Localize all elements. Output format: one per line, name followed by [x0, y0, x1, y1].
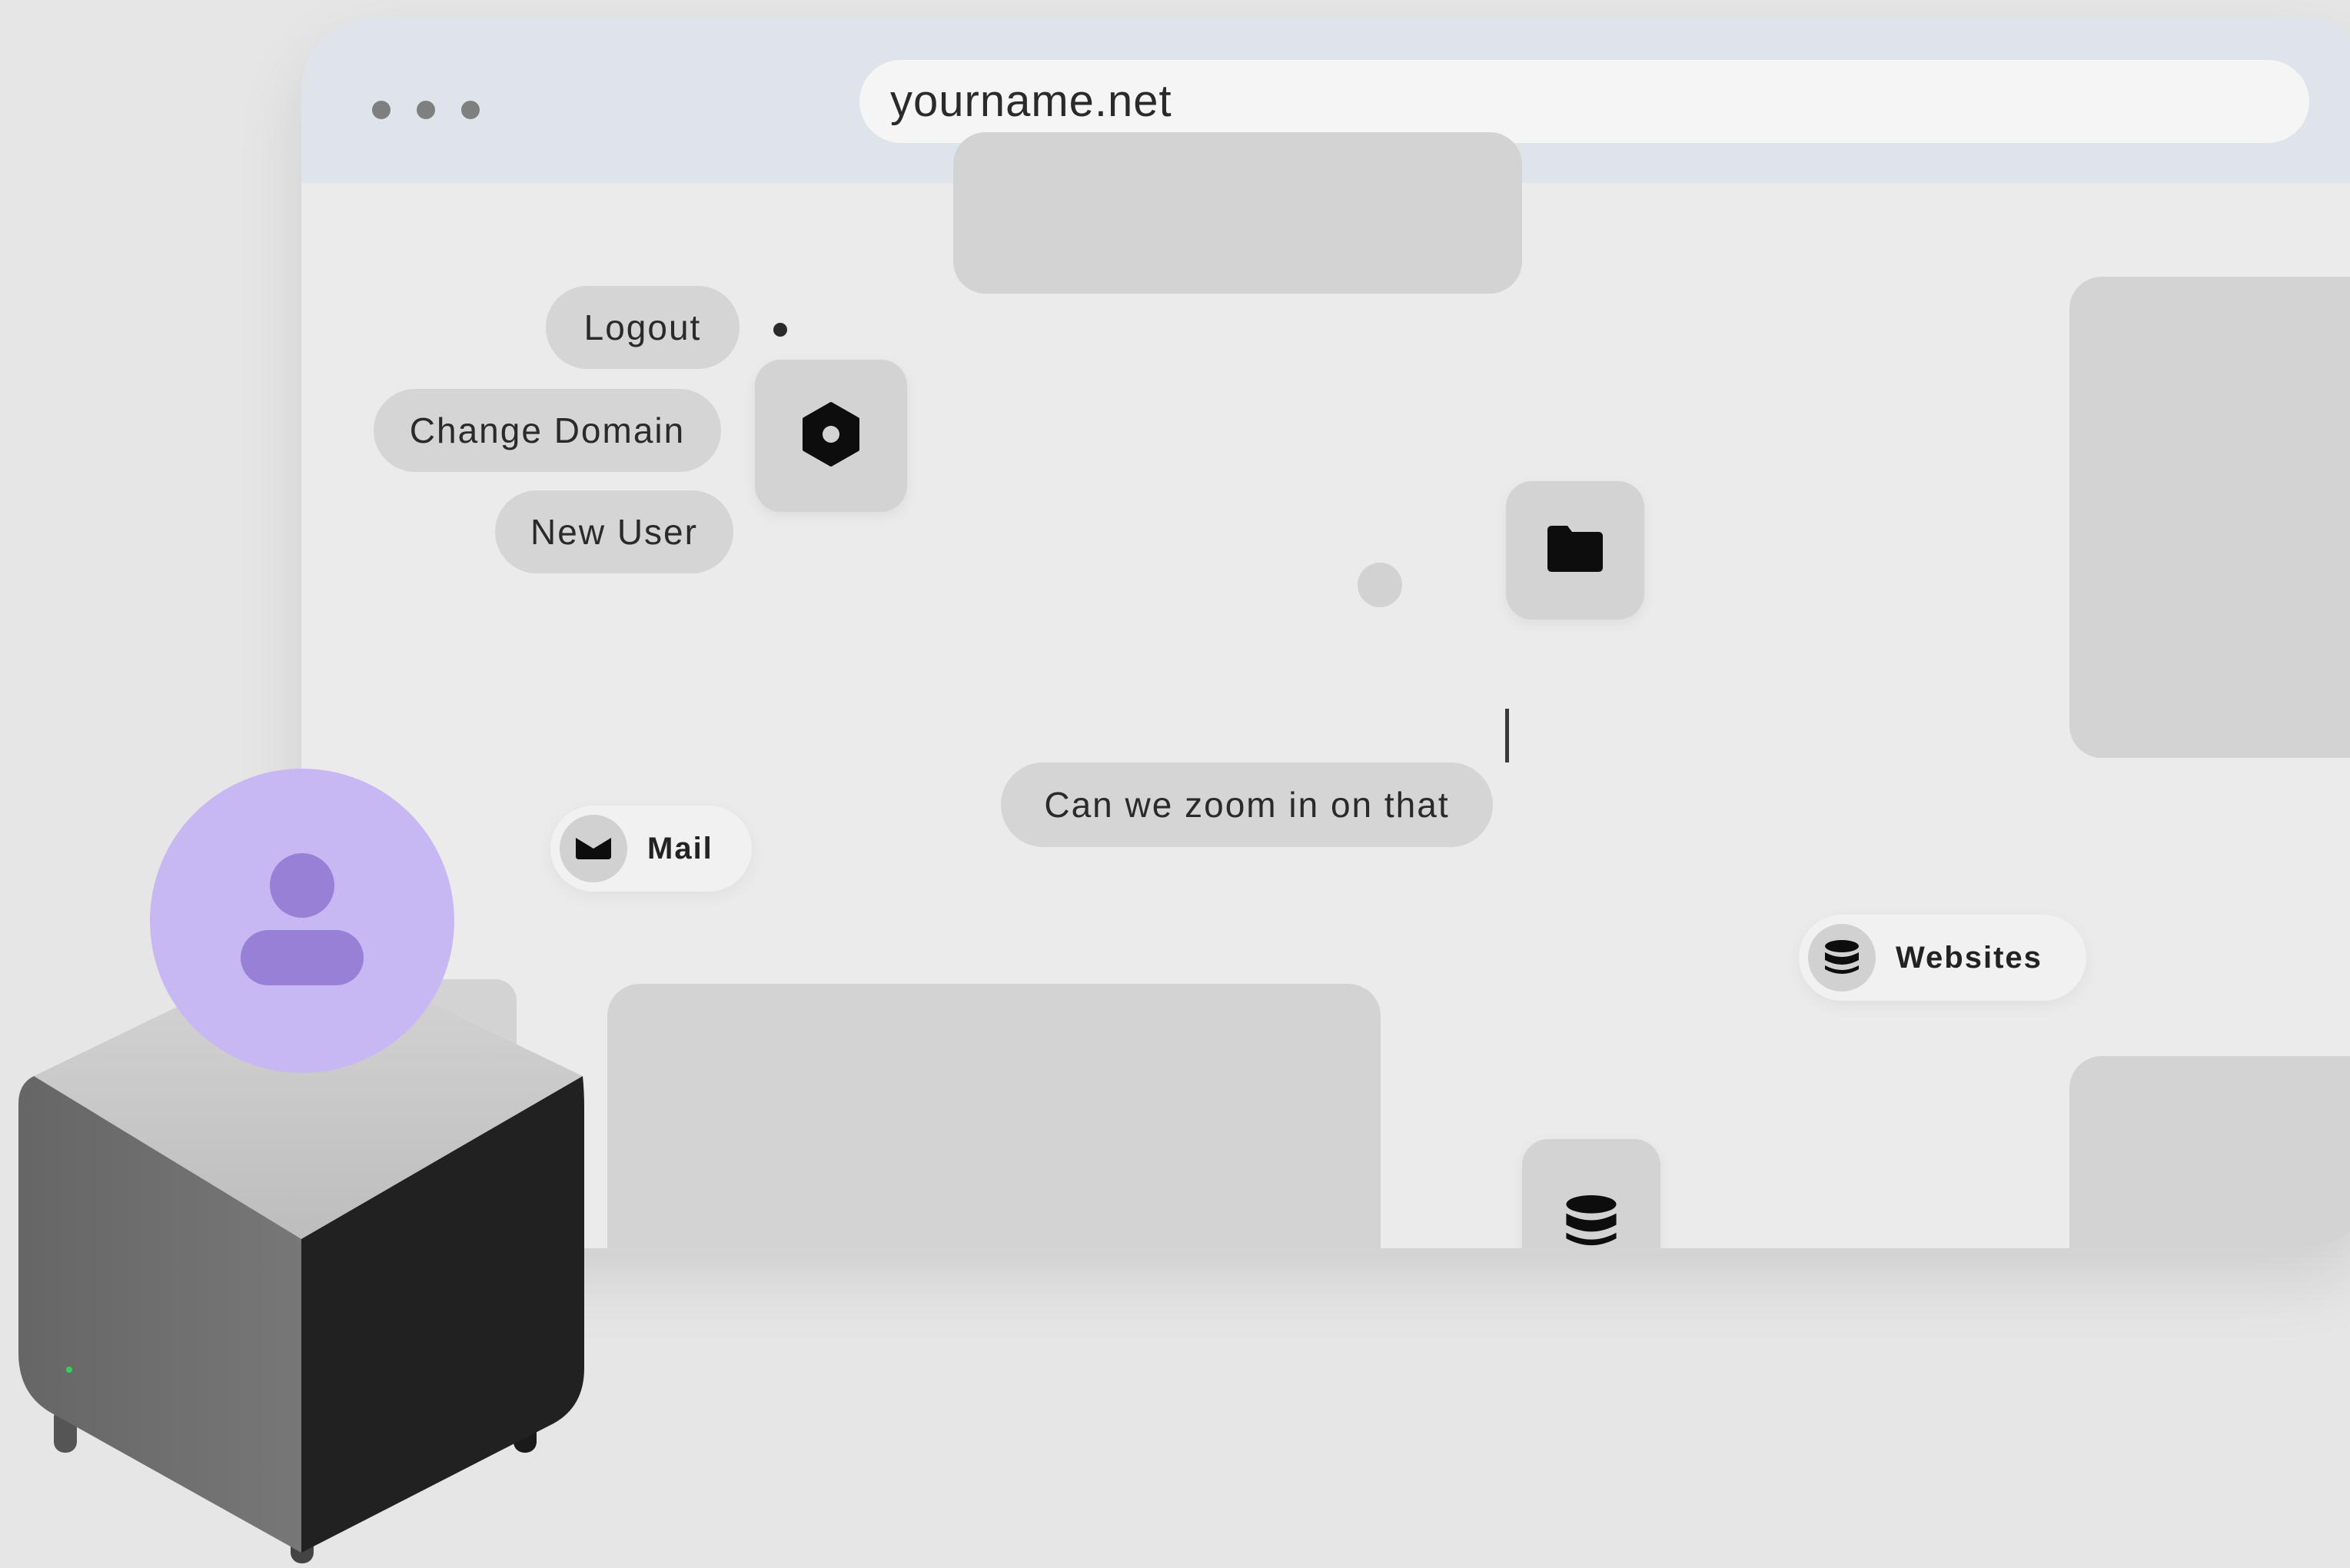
content-block: [2069, 1056, 2350, 1248]
logout-button[interactable]: Logout: [546, 286, 740, 369]
database-icon: [1563, 1193, 1620, 1248]
content-block: [607, 984, 1381, 1248]
folder-tile[interactable]: [1506, 481, 1644, 620]
database-tile[interactable]: [1522, 1139, 1660, 1248]
chat-message-bubble: Can we zoom in on that: [1001, 762, 1493, 847]
content-block: [953, 132, 1522, 294]
window-control-dot[interactable]: [417, 101, 435, 119]
content-block: [2069, 277, 2350, 758]
websites-chip-label: Websites: [1896, 940, 2043, 975]
status-led: [66, 1367, 72, 1373]
new-user-button[interactable]: New User: [495, 490, 733, 573]
text-cursor: [1505, 709, 1509, 762]
database-icon: [1808, 924, 1876, 992]
user-avatar: [150, 769, 454, 1073]
change-domain-button[interactable]: Change Domain: [374, 389, 721, 472]
settings-tile[interactable]: [755, 360, 907, 512]
websites-chip[interactable]: Websites: [1799, 915, 2086, 1001]
indicator-dot: [1358, 563, 1402, 607]
window-control-dot[interactable]: [461, 101, 480, 119]
mail-chip[interactable]: Mail: [550, 806, 752, 892]
indicator-dot: [773, 323, 787, 337]
url-bar[interactable]: yourname.net: [859, 60, 2309, 143]
window-control-dot[interactable]: [372, 101, 391, 119]
folder-icon: [1546, 524, 1604, 577]
user-icon: [150, 853, 454, 1076]
mail-chip-label: Mail: [647, 831, 713, 865]
hexagon-settings-icon: [802, 401, 860, 470]
mail-icon: [560, 815, 627, 882]
